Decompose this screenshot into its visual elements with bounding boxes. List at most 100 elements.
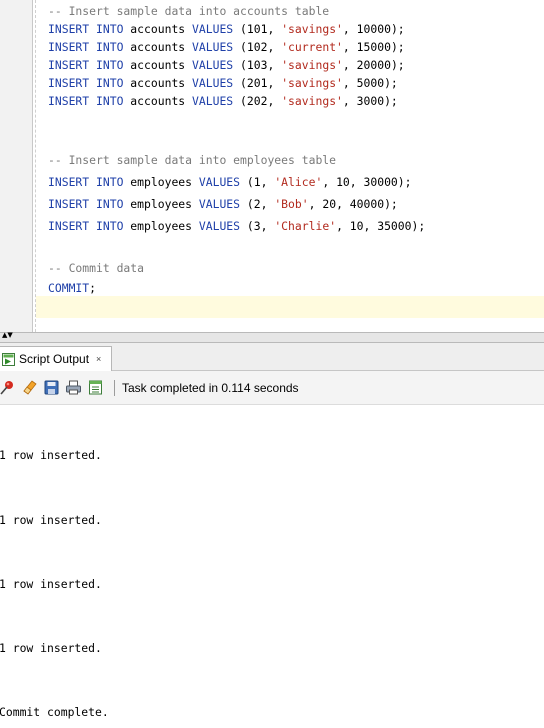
open-file-button[interactable] (86, 378, 105, 397)
sql-keyword: VALUES (192, 22, 234, 36)
script-output-icon (2, 352, 15, 366)
sql-keyword: INSERT INTO (48, 197, 124, 211)
sql-token: accounts (123, 58, 193, 72)
sql-token: 30000 (363, 175, 398, 189)
panel-splitter[interactable]: ▲▼ (0, 332, 544, 343)
sql-token: ( (233, 58, 247, 72)
sql-token: ( (240, 219, 254, 233)
code-line[interactable]: -- Insert sample data into employees tab… (48, 151, 336, 169)
sql-token: 103 (246, 58, 268, 72)
sql-token: 10000 (356, 22, 391, 36)
sql-token: accounts (123, 40, 193, 54)
sql-string: 'savings' (281, 76, 343, 90)
sql-token: , (342, 76, 357, 90)
tab-script-output[interactable]: Script Output × (0, 346, 113, 371)
code-line[interactable]: INSERT INTO accounts VALUES (102, 'curre… (48, 38, 405, 56)
output-tab-bar: Script Output × (0, 343, 544, 371)
sql-token: 15000 (356, 40, 391, 54)
code-line[interactable]: COMMIT; (48, 279, 96, 297)
code-line[interactable]: INSERT INTO accounts VALUES (201, 'savin… (48, 74, 398, 92)
gutter-fold-guide (35, 0, 36, 332)
sql-token: , (322, 175, 337, 189)
sql-comment: -- Commit data (48, 261, 145, 275)
sql-token: , (342, 22, 357, 36)
code-line[interactable]: INSERT INTO employees VALUES (3, 'Charli… (48, 217, 425, 235)
sql-token: 102 (246, 40, 268, 54)
sql-token: 101 (246, 22, 268, 36)
sql-token: , (260, 175, 275, 189)
sql-token: 10 (336, 175, 350, 189)
sql-keyword: INSERT INTO (48, 76, 124, 90)
sql-token: ); (390, 22, 405, 36)
sql-keyword: INSERT INTO (48, 94, 124, 108)
sql-token: employees (123, 219, 199, 233)
sql-keyword: VALUES (192, 58, 234, 72)
sql-token: , (342, 58, 357, 72)
output-toolbar: Task completed in 0.114 seconds (0, 371, 544, 405)
sql-token: 1 (253, 175, 261, 189)
sql-token: 3 (253, 219, 261, 233)
close-icon[interactable]: × (96, 354, 101, 364)
sql-string: 'savings' (281, 58, 343, 72)
sql-keyword: COMMIT (48, 281, 90, 295)
sql-keyword: VALUES (198, 175, 241, 189)
sql-token: ); (397, 175, 412, 189)
sql-token: 35000 (377, 219, 412, 233)
sql-token: 202 (246, 94, 268, 108)
sql-token: , (363, 219, 378, 233)
sql-keyword: VALUES (192, 40, 234, 54)
output-line: 1 row inserted. (0, 448, 102, 462)
sql-token: ); (390, 58, 405, 72)
sql-token: ); (384, 197, 398, 211)
clear-output-button[interactable] (20, 378, 39, 397)
sql-string: 'Bob' (274, 197, 309, 211)
sql-token: 20 (322, 197, 337, 211)
sql-keyword: INSERT INTO (48, 40, 124, 54)
sql-keyword: INSERT INTO (48, 219, 124, 233)
sql-token: ); (384, 94, 398, 108)
sql-token: , (342, 40, 357, 54)
sql-token: 201 (246, 76, 268, 90)
sql-token: , (260, 197, 275, 211)
sql-token: , (267, 58, 282, 72)
sql-keyword: INSERT INTO (48, 175, 124, 189)
sql-token: 3000 (356, 94, 385, 108)
sql-keyword: VALUES (198, 219, 241, 233)
sql-token: , (342, 94, 357, 108)
sql-token: , (308, 197, 323, 211)
code-line[interactable]: INSERT INTO accounts VALUES (202, 'savin… (48, 92, 398, 110)
code-line[interactable]: INSERT INTO employees VALUES (1, 'Alice'… (48, 173, 412, 191)
sql-token: ); (384, 76, 398, 90)
pin-icon (0, 381, 13, 395)
sql-string: 'savings' (281, 94, 343, 108)
output-line: 1 row inserted. (0, 577, 102, 591)
sql-token: , (267, 76, 282, 90)
output-line: Commit complete. (0, 705, 109, 719)
sql-token: ( (240, 175, 254, 189)
sql-token: accounts (123, 22, 193, 36)
save-button[interactable] (42, 378, 61, 397)
script-output-area[interactable]: 1 row inserted. 1 row inserted. 1 row in… (0, 405, 544, 728)
code-line[interactable]: INSERT INTO employees VALUES (2, 'Bob', … (48, 195, 398, 213)
code-line[interactable]: INSERT INTO accounts VALUES (101, 'savin… (48, 20, 405, 38)
print-button[interactable] (64, 378, 83, 397)
pin-button[interactable] (0, 378, 17, 397)
sql-token: , (267, 94, 282, 108)
sql-token: accounts (123, 94, 193, 108)
code-line[interactable]: -- Commit data (48, 259, 144, 277)
print-icon (66, 380, 81, 395)
sql-token: employees (123, 197, 199, 211)
splitter-collapse-icon[interactable]: ▲▼ (2, 332, 13, 339)
sql-comment: -- Insert sample data into employees tab… (48, 153, 337, 167)
sql-comment: -- Insert sample data into accounts tabl… (48, 4, 330, 18)
sql-keyword: INSERT INTO (48, 58, 124, 72)
code-line[interactable]: -- Insert sample data into accounts tabl… (48, 2, 329, 20)
sql-keyword: VALUES (192, 76, 234, 90)
sql-token: 5000 (356, 76, 385, 90)
code-line[interactable]: INSERT INTO accounts VALUES (103, 'savin… (48, 56, 405, 74)
sql-editor[interactable]: -- Insert sample data into accounts tabl… (0, 0, 544, 332)
sql-keyword: INSERT INTO (48, 22, 124, 36)
sql-token: ); (411, 219, 426, 233)
task-status-text: Task completed in 0.114 seconds (122, 380, 299, 395)
sql-token: 20000 (356, 58, 391, 72)
